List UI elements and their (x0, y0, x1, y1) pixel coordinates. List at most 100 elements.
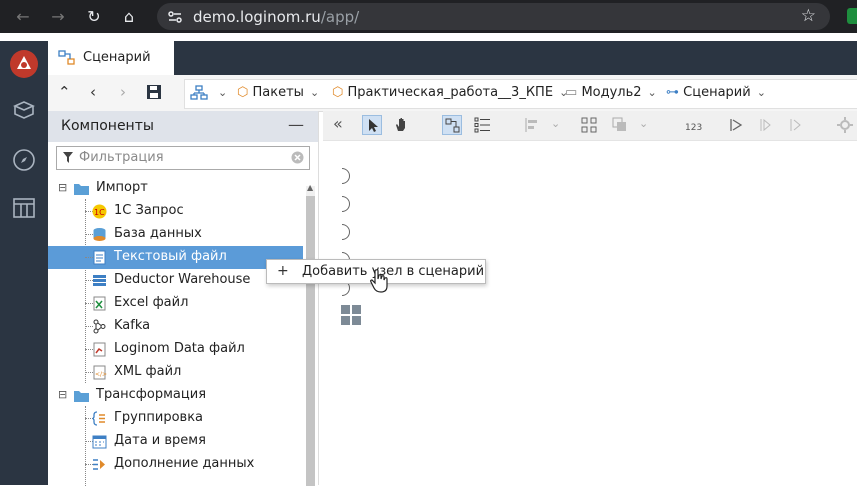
tree-group-import[interactable]: ⊟ Импорт (48, 177, 303, 200)
svg-text:</>: </> (95, 371, 107, 378)
workspace-toolbar: ⌃ ‹ › ⌄ ⬡ Пакеты ⌄ ⬡ Практическая_работа_… (48, 75, 857, 112)
panel-title: Компоненты (61, 118, 154, 134)
clear-filter-icon[interactable] (291, 151, 304, 164)
breadcrumb-packages[interactable]: ⬡ Пакеты ⌄ (237, 85, 319, 100)
package-icon: ⬡ (237, 85, 249, 100)
tree-item[interactable]: Excel файл (48, 292, 303, 315)
reload-icon[interactable]: ↻ (83, 6, 105, 28)
xml-icon: </> (93, 365, 107, 380)
bookmark-star-icon[interactable]: ☆ (801, 6, 816, 26)
tree-item[interactable]: Kafka (48, 315, 303, 338)
table-icon[interactable] (12, 196, 36, 220)
tree-item[interactable]: </> XML файл (48, 361, 303, 384)
hand-cursor-icon (370, 269, 388, 293)
nav-back-icon[interactable]: ‹ (90, 83, 96, 101)
breadcrumb-project[interactable]: ⬡ Практическая_работа__3_КПЕ ⌄ (332, 85, 568, 100)
breadcrumb-scenario[interactable]: ⊶ Сценарий ⌄ (666, 85, 766, 100)
reset-icon[interactable] (786, 115, 806, 135)
scenario-canvas[interactable] (323, 141, 857, 485)
input-port-icon[interactable] (342, 224, 350, 240)
distribute-icon[interactable] (579, 115, 599, 135)
kafka-icon (93, 319, 106, 334)
components-panel: Компоненты — ⊟ Импорт 1С 1С Запрос База … (48, 111, 319, 486)
loginom-data-icon (93, 342, 106, 357)
scenario-icon: ⊶ (666, 85, 679, 100)
save-icon[interactable] (146, 84, 162, 100)
canvas-toolbar: « ⌄ ⌄ 123 (323, 111, 857, 141)
chevron-down-icon[interactable]: ⌄ (551, 117, 571, 137)
run-icon[interactable] (726, 115, 746, 135)
filter-box (56, 146, 310, 170)
scroll-up-icon[interactable]: ▲ (307, 183, 313, 192)
tree-item[interactable]: Группировка (48, 407, 303, 430)
browser-toolbar: ← → ↻ ⌂ demo.loginom.ru/app/ ☆ (0, 0, 857, 33)
group-nodes-icon[interactable] (610, 115, 630, 135)
breadcrumb-module[interactable]: ▭ Модуль2 ⌄ (565, 85, 657, 100)
filter-input[interactable] (79, 148, 279, 166)
input-port-icon[interactable] (342, 168, 350, 184)
filter-icon (63, 152, 73, 163)
tree-item[interactable]: Дополнение данных (48, 453, 303, 476)
tab-bar: Сценарий (48, 41, 857, 75)
nav-forward-icon[interactable]: › (120, 83, 126, 101)
collapse-icon[interactable]: ⊟ (58, 388, 67, 401)
address-bar[interactable]: demo.loginom.ru/app/ ☆ (157, 3, 830, 30)
warehouse-icon (93, 275, 106, 286)
collapse-panel-icon[interactable]: « (333, 114, 353, 134)
database-icon (93, 228, 106, 241)
run-step-icon[interactable] (756, 115, 776, 135)
tree-scrollbar[interactable]: ▲ (306, 183, 315, 486)
module-icon: ▭ (565, 85, 578, 100)
tree-item[interactable]: Deductor Warehouse (48, 269, 303, 292)
calendar-icon (92, 435, 107, 449)
structure-icon[interactable] (190, 85, 208, 101)
compass-icon[interactable] (12, 148, 36, 172)
gear-icon[interactable] (835, 115, 855, 135)
chevron-down-icon[interactable]: ⌄ (639, 117, 659, 137)
packages-icon[interactable] (12, 98, 36, 122)
input-port-icon[interactable] (342, 196, 350, 212)
chevron-down-icon[interactable]: ⌄ (212, 85, 227, 100)
collapse-up-icon[interactable]: ⌃ (58, 83, 71, 101)
chevron-down-icon[interactable]: ⌄ (648, 86, 657, 99)
text-file-icon (93, 250, 106, 265)
scroll-thumb[interactable] (306, 196, 315, 486)
1c-icon: 1С (92, 204, 107, 219)
tree-item-selected[interactable]: Текстовый файл (48, 246, 303, 269)
package-icon: ⬡ (332, 85, 344, 100)
forward-arrow-icon[interactable]: → (47, 6, 69, 28)
chevron-down-icon[interactable]: ⌄ (310, 86, 319, 99)
add-node-to-scenario-item[interactable]: Добавить узел в сценарий (302, 264, 484, 279)
excel-icon (93, 296, 106, 311)
svg-text:1С: 1С (94, 208, 105, 217)
list-view-icon[interactable] (473, 115, 493, 135)
align-icon[interactable] (522, 115, 542, 135)
chevron-down-icon[interactable]: ⌄ (757, 86, 766, 99)
breadcrumb: ⌄ ⬡ Пакеты ⌄ ⬡ Практическая_работа__3_КПЕ… (184, 79, 857, 109)
svg-text:123: 123 (685, 123, 702, 133)
add-icon: + (277, 263, 289, 279)
tree-item[interactable]: Дата и время (48, 430, 303, 453)
app-sidebar (0, 41, 48, 485)
extension-icon[interactable] (847, 8, 857, 24)
numbering-icon[interactable]: 123 (684, 115, 704, 135)
loginom-logo-icon[interactable] (9, 49, 39, 79)
hand-pan-icon[interactable] (392, 115, 412, 135)
tree-item[interactable]: Loginom Data файл (48, 338, 303, 361)
tab-label: Сценарий (83, 50, 151, 65)
data-supplement-icon (93, 459, 105, 470)
submodel-icon[interactable] (340, 304, 362, 326)
node-layout-icon[interactable] (442, 115, 462, 135)
minimize-panel-button[interactable]: — (288, 115, 304, 134)
tree-group-transformation[interactable]: ⊟ Трансформация (48, 384, 303, 407)
select-pointer-icon[interactable] (362, 115, 382, 135)
back-arrow-icon[interactable]: ← (12, 6, 34, 28)
tab-scenario[interactable]: Сценарий (48, 41, 174, 75)
folder-icon (74, 391, 89, 402)
collapse-icon[interactable]: ⊟ (58, 181, 67, 194)
tree-item[interactable]: 1С 1С Запрос (48, 200, 303, 223)
site-settings-icon[interactable] (167, 9, 183, 25)
tree-item[interactable]: База данных (48, 223, 303, 246)
home-icon[interactable]: ⌂ (118, 6, 140, 28)
folder-icon (74, 184, 89, 195)
